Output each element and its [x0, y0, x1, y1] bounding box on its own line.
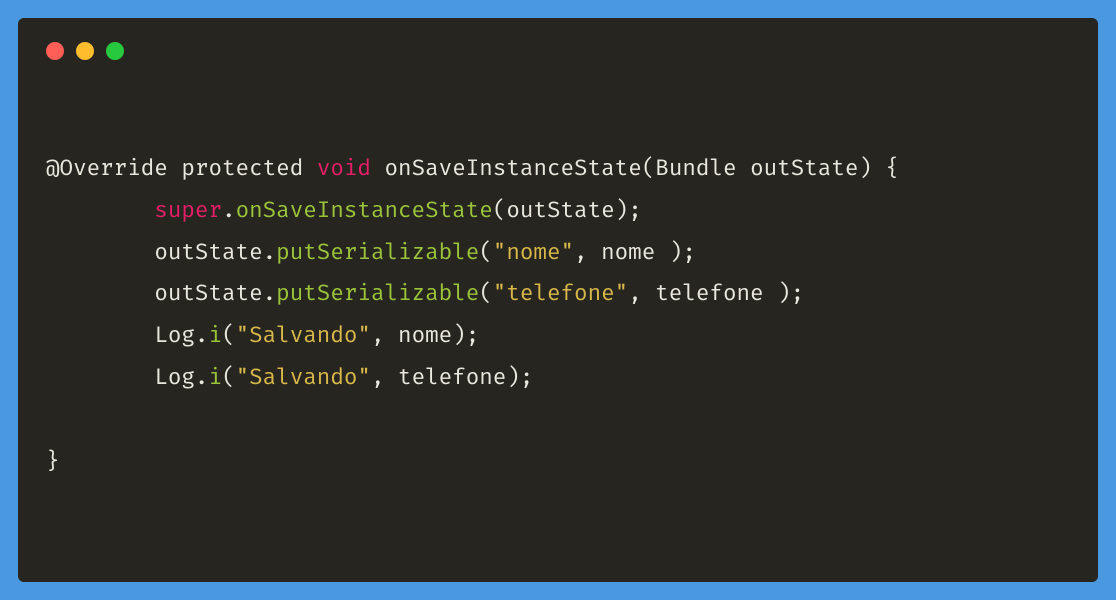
code-line-2: super.onSaveInstanceState(outState);	[46, 197, 642, 224]
code-line-6: Log.i("Salvando", telefone);	[46, 364, 533, 391]
method-call: i	[208, 322, 222, 349]
method-call: onSaveInstanceState	[236, 197, 493, 224]
close-icon[interactable]	[46, 42, 64, 60]
minimize-icon[interactable]	[76, 42, 94, 60]
code-line-3: outState.putSerializable("nome", nome );	[46, 239, 696, 266]
param-name: outState	[750, 155, 858, 182]
code-line-4: outState.putSerializable("telefone", tel…	[46, 280, 804, 307]
string-literal: "Salvando"	[236, 364, 371, 391]
super-keyword: super	[154, 197, 222, 224]
method-call: putSerializable	[276, 239, 479, 266]
param-type: Bundle	[655, 155, 736, 182]
code-line-5: Log.i("Salvando", nome);	[46, 322, 479, 349]
window-controls	[46, 42, 1070, 60]
code-block: @Override protected void onSaveInstanceS…	[46, 148, 1070, 482]
code-window: @Override protected void onSaveInstanceS…	[18, 18, 1098, 582]
method-name: onSaveInstanceState	[385, 155, 642, 182]
return-type: void	[317, 155, 371, 182]
code-line-1: @Override protected void onSaveInstanceS…	[46, 155, 899, 182]
string-literal: "nome"	[493, 239, 574, 266]
maximize-icon[interactable]	[106, 42, 124, 60]
method-call: putSerializable	[276, 280, 479, 307]
string-literal: "telefone"	[493, 280, 628, 307]
string-literal: "Salvando"	[236, 322, 371, 349]
modifier: protected	[181, 155, 303, 182]
method-call: i	[208, 364, 222, 391]
code-line-8: }	[46, 448, 60, 475]
annotation: @Override	[46, 155, 168, 182]
